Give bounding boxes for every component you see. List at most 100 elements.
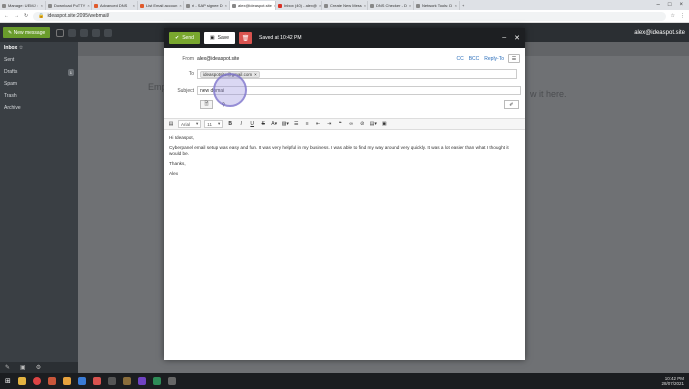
image-icon[interactable]: ▣ [380,120,388,128]
refresh-icon[interactable] [68,28,77,37]
close-tab-icon[interactable]: × [41,3,43,8]
subject-label: Subject [177,87,194,94]
close-tab-icon[interactable]: × [179,3,181,8]
system-clock[interactable]: 10:42 PM 28/07/2021 [661,376,684,386]
sidebar-item-inbox[interactable]: Inbox ☆ [0,42,78,54]
app-icon[interactable] [167,377,176,385]
bcc-link[interactable]: BCC [469,56,480,62]
body-closing: Thanks, [169,161,186,166]
bold-icon[interactable]: B [226,120,234,128]
link-icon[interactable]: ∞ [347,120,355,128]
close-tab-icon[interactable]: × [455,3,457,8]
remove-recipient-icon[interactable]: × [254,72,257,77]
browser-tab[interactable]: DNS Checker - D × [368,1,414,10]
outdent-icon[interactable]: ⇤ [314,120,322,128]
close-tab-icon[interactable]: × [409,3,411,8]
windows-start-icon[interactable]: ⊞ [5,377,11,385]
align-icon[interactable]: ▤▾ [369,120,377,128]
app-icon[interactable] [152,377,161,385]
chrome-icon[interactable] [32,377,41,385]
browser-tab[interactable]: Inbox (40) - alex@ × [276,1,322,10]
source-icon[interactable]: ▤ [167,120,175,128]
close-tab-icon[interactable]: × [225,3,227,8]
os-taskbar: ⊞ 10:42 PM 28/07/2021 [0,373,689,389]
minimize-icon[interactable]: – [502,34,506,42]
menu-dots-icon[interactable]: ⋮ [680,13,685,19]
browser-tab[interactable]: List Email accoun × [138,1,184,10]
browser-tab[interactable]: Network Tools: D × [414,1,460,10]
checkbox-icon[interactable] [56,28,65,37]
app-icon[interactable] [137,377,146,385]
settings-icon[interactable]: ⚙ [36,364,41,371]
delete-draft-button[interactable]: 🗑 [239,32,253,44]
text-color-icon[interactable]: A▾ [270,120,278,128]
blockquote-icon[interactable]: ❝ [336,120,344,128]
tools-icon[interactable]: ✎ [5,364,10,371]
browser-tab[interactable]: Advanced DNS × [92,1,138,10]
new-message-button[interactable]: ✎ New message [3,27,51,38]
chevron-down-icon: ▾ [217,121,221,126]
close-icon[interactable]: ✕ [514,34,520,42]
forward-icon[interactable]: → [14,13,19,19]
url-field[interactable]: 🔒 ideaspot.site:2095/webmail/ [33,11,666,21]
minimize-icon[interactable]: – [657,2,660,8]
sidebar-item-trash[interactable]: Trash [0,90,78,102]
font-family-select[interactable]: Arial ▾ [178,120,202,128]
background-color-icon[interactable]: ▨▾ [281,120,289,128]
browser-tab[interactable]: Download PuTTY × [46,1,92,10]
sidebar-item-sent[interactable]: Sent [0,54,78,66]
chevron-down-icon: ▾ [196,121,199,126]
close-tab-icon[interactable]: × [87,3,89,8]
sidebar-footer: ✎ ▣ ⚙ [0,362,78,373]
browser-tab-active[interactable]: alex@ideaspot.site × [230,1,276,10]
message-body-editor[interactable]: Hi Ideaspot, Cyberpanel email setup was … [169,135,519,181]
dialog-controls: – ✕ [502,34,520,42]
trash-icon[interactable] [104,28,113,37]
lock-icon: 🔒 [38,13,45,19]
sidebar-item-drafts[interactable]: Drafts 1 [0,66,78,78]
from-value[interactable]: alex@ideaspot.site [197,56,239,62]
reply-to-link[interactable]: Reply-To [484,56,504,62]
indent-icon[interactable]: ⇥ [325,120,333,128]
app-icon[interactable] [62,377,71,385]
contacts-icon[interactable]: ▣ [20,364,26,371]
app-icon[interactable] [47,377,56,385]
send-button[interactable]: ✔ Send [169,32,200,44]
check-icon: ✔ [175,35,180,41]
save-button[interactable]: ▣ Save [203,32,236,44]
archive-icon[interactable] [80,28,89,37]
app-icon[interactable] [92,377,101,385]
attach-file-button[interactable]: 🗎 [200,100,213,109]
sidebar-item-spam[interactable]: Spam [0,78,78,90]
signature-button[interactable]: ✐ [504,100,519,109]
browser-tab[interactable]: Create New Mess × [322,1,368,10]
account-user[interactable]: alex@ideaspot.site [634,30,685,36]
strikethrough-icon[interactable]: S [259,120,267,128]
maximize-icon[interactable]: □ [668,2,672,8]
close-tab-icon[interactable]: × [364,3,366,8]
unlink-icon[interactable]: ⊘ [358,120,366,128]
identity-menu-button[interactable]: ☰ [508,54,520,63]
numbered-list-icon[interactable]: ≡ [303,120,311,128]
italic-icon[interactable]: I [237,120,245,128]
spam-icon[interactable] [92,28,101,37]
sidebar-item-archive[interactable]: Archive [0,102,78,114]
close-tab-icon[interactable]: × [319,3,321,8]
star-icon[interactable]: ☆ [671,13,675,19]
font-size-select[interactable]: 11 ▾ [204,120,224,128]
browser-tab[interactable]: Manage: UEMJ : × [0,1,46,10]
bullet-list-icon[interactable]: ☰ [292,120,300,128]
browser-tab[interactable]: ri - SAP signee D × [184,1,230,10]
app-icon[interactable] [122,377,131,385]
reload-icon[interactable]: ↻ [24,13,28,19]
cc-link[interactable]: CC [456,56,463,62]
underline-icon[interactable]: U [248,120,256,128]
close-window-icon[interactable]: × [679,2,683,8]
close-tab-icon[interactable]: × [133,3,135,8]
back-icon[interactable]: ← [4,13,9,19]
file-explorer-icon[interactable] [17,377,26,385]
app-icon[interactable] [107,377,116,385]
to-field[interactable]: ideaspotsite@gmail.com × [197,69,517,79]
new-tab-button[interactable]: + [460,1,470,10]
app-icon[interactable] [77,377,86,385]
